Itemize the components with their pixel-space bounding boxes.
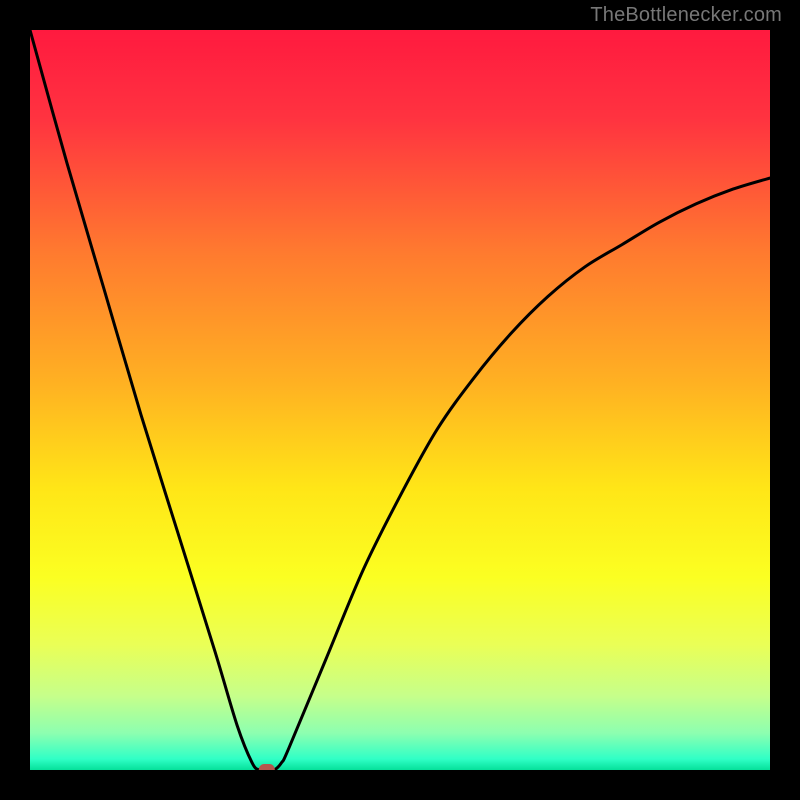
plot-area <box>30 30 770 770</box>
attribution-text: TheBottlenecker.com <box>590 4 782 27</box>
chart-svg <box>30 30 770 770</box>
chart-frame: TheBottlenecker.com <box>0 0 800 800</box>
